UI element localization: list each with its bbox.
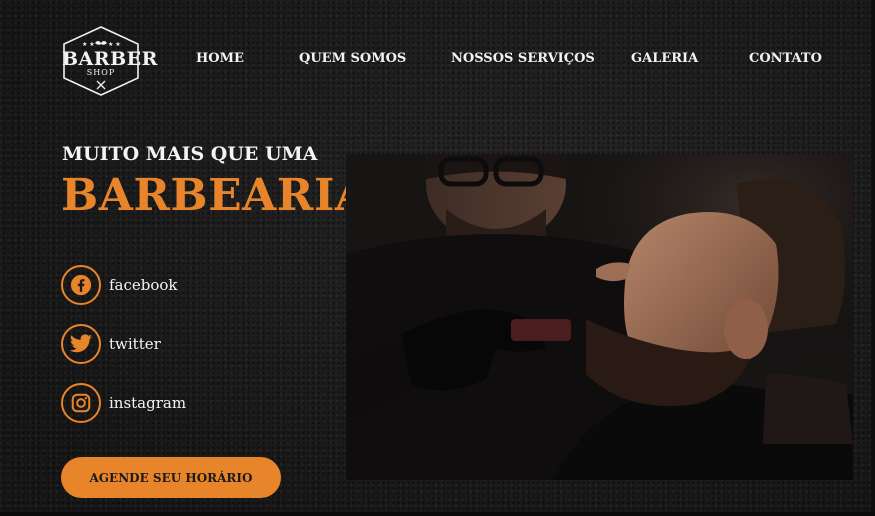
nav-quem-somos[interactable]: QUEM SOMOS (299, 51, 406, 66)
twitter-icon (61, 324, 101, 364)
main-navigation: HOME QUEM SOMOS NOSSOS SERVIÇOS GALERIA … (0, 51, 875, 71)
social-label-facebook: facebook (109, 276, 178, 294)
svg-text:★ ★: ★ ★ (82, 41, 95, 48)
svg-text:★ ★: ★ ★ (108, 41, 121, 48)
social-label-instagram: instagram (109, 394, 187, 412)
schedule-appointment-button[interactable]: AGENDE SEU HORÁRIO (61, 457, 281, 498)
hero-headline: BARBEARIA (61, 170, 370, 221)
instagram-icon (61, 383, 101, 423)
facebook-icon (61, 265, 101, 305)
nav-home[interactable]: HOME (196, 51, 244, 66)
window-edge-right (871, 0, 875, 516)
social-label-twitter: twitter (109, 335, 161, 353)
nav-contato[interactable]: CONTATO (749, 51, 822, 66)
nav-nossos-servicos[interactable]: NOSSOS SERVIÇOS (451, 51, 595, 66)
social-link-instagram[interactable]: instagram (61, 381, 261, 425)
window-edge-bottom (0, 512, 875, 516)
social-link-twitter[interactable]: twitter (61, 322, 261, 366)
hero-photo-barber-trimming-beard (346, 154, 853, 480)
nav-galeria[interactable]: GALERIA (631, 51, 698, 66)
social-link-facebook[interactable]: facebook (61, 263, 261, 307)
hero-tagline: MUITO MAIS QUE UMA (62, 143, 318, 165)
